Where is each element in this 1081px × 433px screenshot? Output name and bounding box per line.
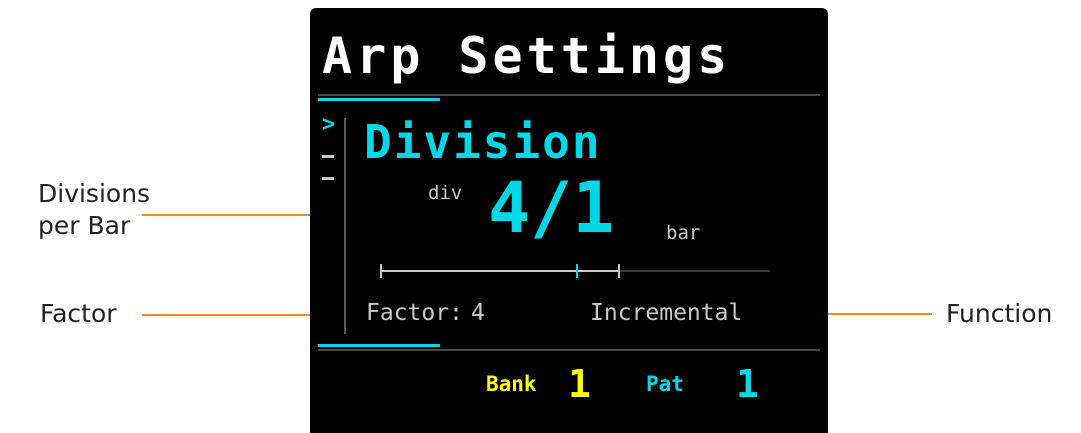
device-screen: Arp Settings > Division div 4/1 bar Fact…	[310, 8, 828, 433]
pattern-label: Pat	[646, 372, 684, 396]
division-value[interactable]: 4/1	[488, 168, 614, 248]
menu-scroll-line	[344, 118, 346, 334]
divisions-callout-line1: Divisions	[38, 179, 151, 208]
function-callout: Function	[946, 299, 1053, 328]
slider-empty-track	[620, 270, 770, 272]
parameter-name: Division	[364, 115, 602, 169]
division-slider[interactable]	[380, 264, 770, 278]
footer-divider	[318, 349, 820, 351]
cursor-icon: >	[322, 112, 336, 137]
divisions-per-bar-callout: Divisions per Bar	[38, 178, 150, 242]
slider-handle[interactable]	[618, 264, 620, 278]
menu-position-dash-1	[322, 155, 334, 158]
factor-readout: Factor: 4	[366, 300, 485, 326]
value-prefix-label: div	[428, 182, 463, 204]
slider-filled-track	[380, 270, 620, 272]
factor-label: Factor	[366, 300, 450, 326]
slider-start-tick	[380, 264, 382, 278]
title-divider	[318, 94, 820, 96]
function-label: Incremental	[590, 300, 743, 326]
bank-value: 1	[568, 362, 591, 406]
slider-marker	[576, 264, 578, 278]
bank-label: Bank	[486, 372, 537, 396]
value-unit-label: bar	[666, 222, 701, 244]
divisions-callout-line2: per Bar	[38, 211, 131, 240]
title-accent-bar	[318, 98, 440, 101]
menu-position-dash-2	[322, 177, 334, 180]
factor-separator: :	[449, 300, 463, 326]
pattern-value: 1	[736, 362, 759, 406]
factor-callout: Factor	[40, 299, 117, 328]
screen-title: Arp Settings	[322, 27, 732, 85]
footer-accent-bar	[318, 344, 440, 347]
factor-value: 4	[470, 300, 485, 326]
